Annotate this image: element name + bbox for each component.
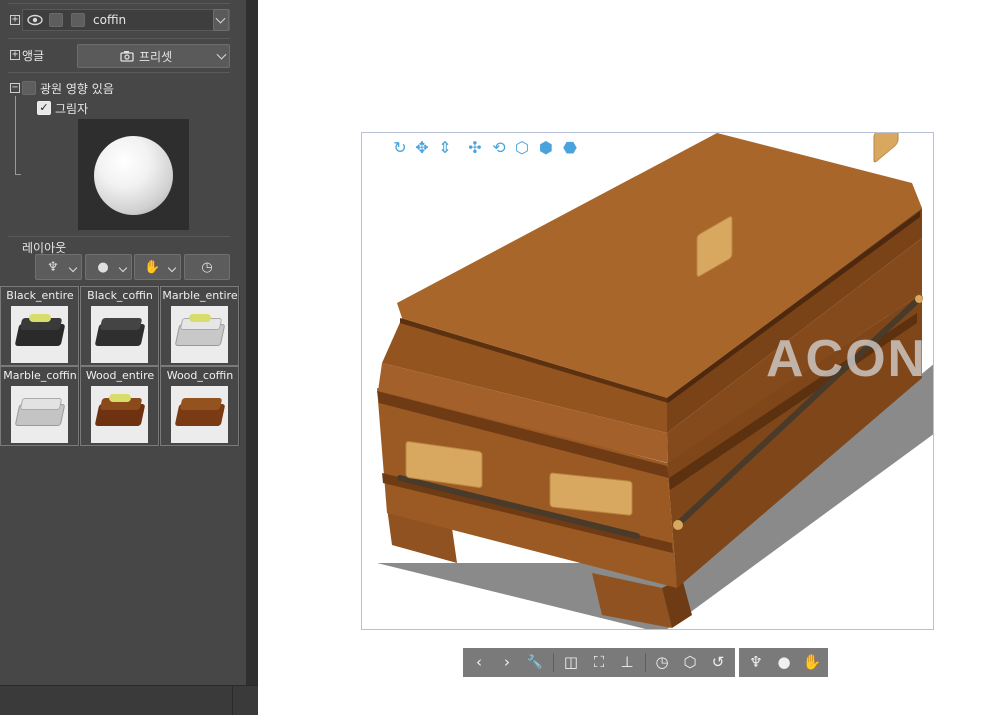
camera-pan-icon[interactable]: ✥: [412, 137, 432, 159]
layer-row[interactable]: coffin: [22, 9, 230, 31]
light-sphere[interactable]: [94, 136, 173, 215]
pose-icon[interactable]: ♆: [744, 648, 768, 677]
flowers-thumb: [29, 314, 51, 322]
angle-preset-dropdown[interactable]: 프리셋: [77, 44, 230, 68]
object-move-icon[interactable]: ✣: [465, 137, 485, 159]
preset-tile-marble-coffin[interactable]: Marble_coffin: [0, 366, 79, 446]
ground-icon[interactable]: ⊥: [615, 648, 639, 677]
camera-dolly-icon[interactable]: ⇕: [435, 137, 455, 159]
fit-view-icon[interactable]: ⛶: [587, 648, 611, 677]
divider: [8, 236, 230, 237]
angle-label: 앵글: [22, 49, 45, 63]
reset-all-icon[interactable]: ↺: [706, 648, 730, 677]
tree-guide: [15, 174, 21, 175]
hand-icon: ✋: [144, 260, 161, 275]
preset-grid: Black_entire Black_coffin Marble_entire: [0, 286, 240, 446]
object-rotate-axis-icon[interactable]: ⬡: [512, 137, 532, 159]
preset-thumbnail: [171, 306, 228, 363]
layout-hand-dropdown[interactable]: ✋: [134, 254, 181, 280]
light-affect-checkbox[interactable]: [22, 81, 36, 95]
divider: [8, 72, 230, 73]
object-scale-icon[interactable]: ⬣: [560, 137, 580, 159]
flowers-thumb: [189, 314, 211, 322]
object-launcher-toolbar: ‹ › 🔧 ◫ ⛶ ⊥ ◷ ⬡ ↺: [463, 648, 735, 677]
preset-caption: Black_entire: [6, 289, 74, 302]
preset-thumbnail: [91, 306, 148, 363]
preset-caption: Wood_entire: [85, 369, 155, 382]
preset-tile-wood-entire[interactable]: Wood_entire: [80, 366, 159, 446]
head-icon[interactable]: ●: [772, 648, 796, 677]
light-affect-label: 광원 영향 있음: [40, 82, 114, 96]
hand-icon[interactable]: ✋: [800, 648, 824, 677]
flowers-thumb: [109, 394, 131, 402]
preset-tile-black-entire[interactable]: Black_entire: [0, 286, 79, 366]
preset-thumbnail: [11, 306, 68, 363]
reset-pose-icon[interactable]: ◷: [650, 648, 674, 677]
previous-icon[interactable]: ‹: [467, 648, 491, 677]
panel-scrollbar[interactable]: [246, 0, 258, 685]
divider: [8, 3, 230, 4]
wrench-icon[interactable]: 🔧: [523, 648, 547, 677]
preset-thumbnail: [91, 386, 148, 443]
preset-tile-wood-coffin[interactable]: Wood_coffin: [160, 366, 239, 446]
camera-settings-icon[interactable]: ◫: [559, 648, 583, 677]
divider: [8, 38, 230, 39]
layer-expand-toggle[interactable]: +: [10, 15, 20, 25]
tree-guide: [15, 96, 16, 174]
pose-icon: ♆: [47, 260, 59, 275]
preset-caption: Wood_coffin: [166, 369, 234, 382]
layer-dropdown-button[interactable]: [213, 9, 229, 31]
shadow-label: 그림자: [55, 102, 89, 116]
layer-select-checkbox[interactable]: [71, 13, 85, 27]
head-icon: ●: [97, 260, 109, 275]
3d-viewport[interactable]: ↻ ✥ ⇕ ✣ ⟲ ⬡ ⬢ ⬣ ACON: [361, 132, 934, 630]
layout-clock-button[interactable]: ◷: [184, 254, 230, 280]
angle-expand-toggle[interactable]: +: [10, 50, 20, 60]
eye-icon[interactable]: [27, 14, 43, 26]
light-direction-preview[interactable]: [78, 119, 189, 230]
object-rotate-icon[interactable]: ⟲: [489, 137, 509, 159]
layer-name: coffin: [93, 13, 127, 27]
preset-tile-black-coffin[interactable]: Black_coffin: [80, 286, 159, 366]
object-tilt-icon[interactable]: ⬢: [536, 137, 556, 159]
layout-head-dropdown[interactable]: ●: [85, 254, 132, 280]
clock-icon: ◷: [201, 260, 213, 275]
camera-rotate-icon[interactable]: ↻: [390, 137, 410, 159]
preset-caption: Marble_entire: [162, 289, 238, 302]
layout-pose-dropdown[interactable]: ♆: [35, 254, 82, 280]
panel-footer: [0, 685, 258, 715]
preset-tile-marble-entire[interactable]: Marble_entire: [160, 286, 239, 366]
camera-icon: [120, 51, 134, 62]
preset-thumbnail: [171, 386, 228, 443]
layer-lock-checkbox[interactable]: [49, 13, 63, 27]
preset-thumbnail: [11, 386, 68, 443]
pose-launcher-toolbar: ♆ ● ✋: [739, 648, 828, 677]
lighting-collapse-toggle[interactable]: −: [10, 83, 20, 93]
preset-caption: Marble_coffin: [3, 369, 77, 382]
angle-preset-label: 프리셋: [139, 50, 173, 64]
app-window: + coffin + 앵글 프리셋 − 광원 영향 있음 ✓ 그림자 레이아웃 …: [0, 0, 987, 715]
reset-rotation-icon[interactable]: ⬡: [678, 648, 702, 677]
next-icon[interactable]: ›: [495, 648, 519, 677]
shadow-checkbox[interactable]: ✓: [37, 101, 51, 115]
preset-caption: Black_coffin: [87, 289, 153, 302]
watermark: ACON: [766, 330, 928, 388]
